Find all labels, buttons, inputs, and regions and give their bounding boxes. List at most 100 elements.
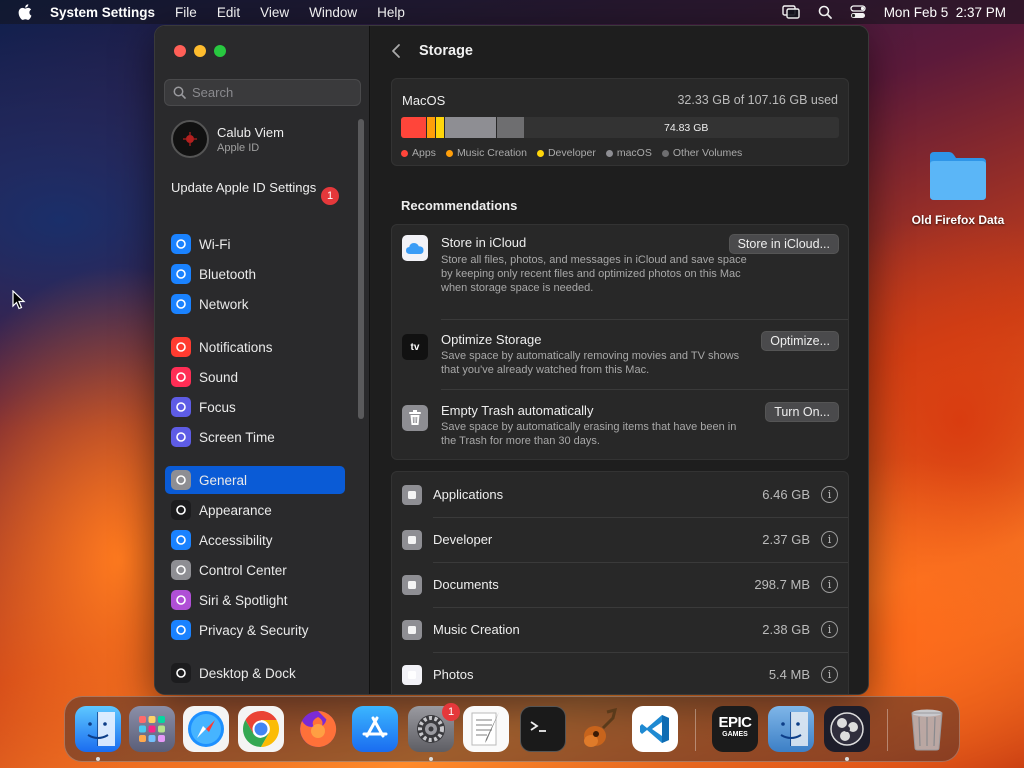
rec-desc: Save space by automatically removing mov… (441, 350, 740, 376)
dock-firefox[interactable] (295, 706, 341, 752)
legend-label: Developer (547, 147, 596, 159)
account-name: Calub Viem (217, 124, 284, 140)
dock: 1 EPIC GAMES (64, 696, 960, 762)
sidebar: Calub Viem Apple ID Update Apple ID Sett… (155, 26, 370, 694)
sidebar-item-accessibility[interactable]: Accessibility (165, 526, 345, 554)
sidebar-scrollbar[interactable] (358, 119, 364, 419)
dock-separator (695, 709, 696, 751)
update-badge: 1 (321, 187, 339, 205)
sidebar-search[interactable] (164, 79, 361, 106)
sidebar-item-label: Wi-Fi (199, 236, 231, 252)
disk-legend: Apps Music Creation Developer macOS Other Vo… (401, 147, 742, 159)
dock-terminal[interactable] (520, 706, 566, 752)
hand-icon (171, 620, 191, 640)
apps-icon (402, 484, 422, 505)
optimize-button[interactable]: Optimize... (761, 331, 839, 351)
storage-category-row[interactable]: Photos 5.4 MB i (392, 652, 848, 694)
sidebar-item-focus[interactable]: Focus (165, 393, 345, 421)
usage-segment (435, 117, 444, 138)
menu-clock[interactable]: Mon Feb 5 2:37 PM (884, 5, 1006, 20)
epic-games-icon: EPIC GAMES (718, 714, 752, 738)
dock-garageband[interactable] (576, 706, 622, 752)
sidebar-item-label: Focus (199, 399, 236, 415)
dock-finder-2[interactable] (768, 706, 814, 752)
dock-trash[interactable] (904, 706, 950, 752)
sidebar-item-privacy-security[interactable]: Privacy & Security (165, 616, 345, 644)
menu-edit[interactable]: Edit (217, 5, 240, 20)
dock-textedit[interactable] (463, 706, 509, 752)
desktop-folder[interactable]: Old Firefox Data (908, 150, 1008, 227)
legend-dot (661, 149, 669, 157)
close-window-button[interactable] (174, 45, 186, 57)
sidebar-item-label: Appearance (199, 502, 272, 518)
category-size: 5.4 MB (768, 667, 810, 682)
control-center-icon[interactable] (850, 5, 866, 19)
speaker-icon (171, 367, 191, 387)
menu-file[interactable]: File (175, 5, 197, 20)
sidebar-item-general[interactable]: General (165, 466, 345, 494)
legend-dot (605, 149, 613, 157)
turn-on-button[interactable]: Turn On... (765, 402, 839, 422)
divider (441, 389, 848, 390)
disk-usage-card: MacOS 32.33 GB of 107.16 GB used 74.83 G… (391, 78, 849, 166)
info-icon[interactable]: i (821, 486, 838, 503)
dock-app-store[interactable] (352, 706, 398, 752)
sidebar-item-appearance[interactable]: Appearance (165, 496, 345, 524)
dock-epic-games[interactable]: EPIC GAMES (712, 706, 758, 752)
dock-obs[interactable] (824, 706, 870, 752)
screen-mirroring-icon[interactable] (781, 5, 800, 19)
legend-dot (401, 149, 408, 157)
apple-menu-icon[interactable] (18, 4, 36, 20)
zoom-window-button[interactable] (214, 45, 226, 57)
category-name: Music Creation (433, 622, 520, 637)
dock-finder[interactable] (75, 706, 121, 752)
search-input[interactable] (192, 85, 352, 100)
info-icon[interactable]: i (821, 576, 838, 593)
vscode-icon (640, 715, 669, 743)
menu-help[interactable]: Help (377, 5, 405, 20)
trash-can-icon (911, 709, 943, 751)
dock-launchpad[interactable] (129, 706, 175, 752)
menu-bar: System Settings File Edit View Window He… (0, 0, 1024, 24)
storage-category-row[interactable]: Applications 6.46 GB i (392, 472, 848, 517)
storage-category-row[interactable]: Developer 2.37 GB i (392, 517, 848, 562)
sidebar-item-wi-fi[interactable]: Wi-Fi (165, 230, 345, 258)
apple-id-account[interactable]: Calub Viem Apple ID (171, 120, 284, 158)
menu-app-name[interactable]: System Settings (50, 5, 155, 20)
accessibility-icon (171, 530, 191, 550)
sidebar-item-siri-spotlight[interactable]: Siri & Spotlight (165, 586, 345, 614)
sidebar-item-desktop-dock[interactable]: Desktop & Dock (165, 659, 345, 687)
back-button[interactable] (391, 43, 405, 61)
rec-title: Optimize Storage (441, 332, 542, 347)
sidebar-item-notifications[interactable]: Notifications (165, 333, 345, 361)
storage-category-row[interactable]: Music Creation 2.38 GB i (392, 607, 848, 652)
spotlight-search-icon[interactable] (818, 5, 832, 19)
legend-label: Apps (412, 147, 436, 159)
dock-vscode[interactable] (632, 706, 678, 752)
sidebar-item-screen-time[interactable]: Screen Time (165, 423, 345, 451)
legend-label: macOS (616, 147, 652, 159)
dock-safari[interactable] (183, 706, 229, 752)
dock-chrome[interactable] (238, 706, 284, 752)
info-icon[interactable]: i (821, 621, 838, 638)
sidebar-item-label: Control Center (199, 562, 287, 578)
storage-category-row[interactable]: Documents 298.7 MB i (392, 562, 848, 607)
recommendations-title: Recommendations (401, 198, 518, 213)
info-icon[interactable]: i (821, 666, 838, 683)
dock-icon (171, 663, 191, 683)
appearance-icon (171, 500, 191, 520)
menu-window[interactable]: Window (309, 5, 357, 20)
sidebar-item-bluetooth[interactable]: Bluetooth (165, 260, 345, 288)
minimize-window-button[interactable] (194, 45, 206, 57)
sidebar-item-network[interactable]: Network (165, 290, 345, 318)
terminal-icon (530, 721, 546, 732)
menu-view[interactable]: View (260, 5, 289, 20)
sidebar-item-label: Screen Time (199, 429, 275, 445)
sidebar-item-sound[interactable]: Sound (165, 363, 345, 391)
store-in-icloud-button[interactable]: Store in iCloud... (728, 234, 839, 254)
sidebar-item-control-center[interactable]: Control Center (165, 556, 345, 584)
category-size: 6.46 GB (762, 487, 810, 502)
info-icon[interactable]: i (821, 531, 838, 548)
dock-separator (887, 709, 888, 751)
icloud-icon (402, 235, 428, 261)
